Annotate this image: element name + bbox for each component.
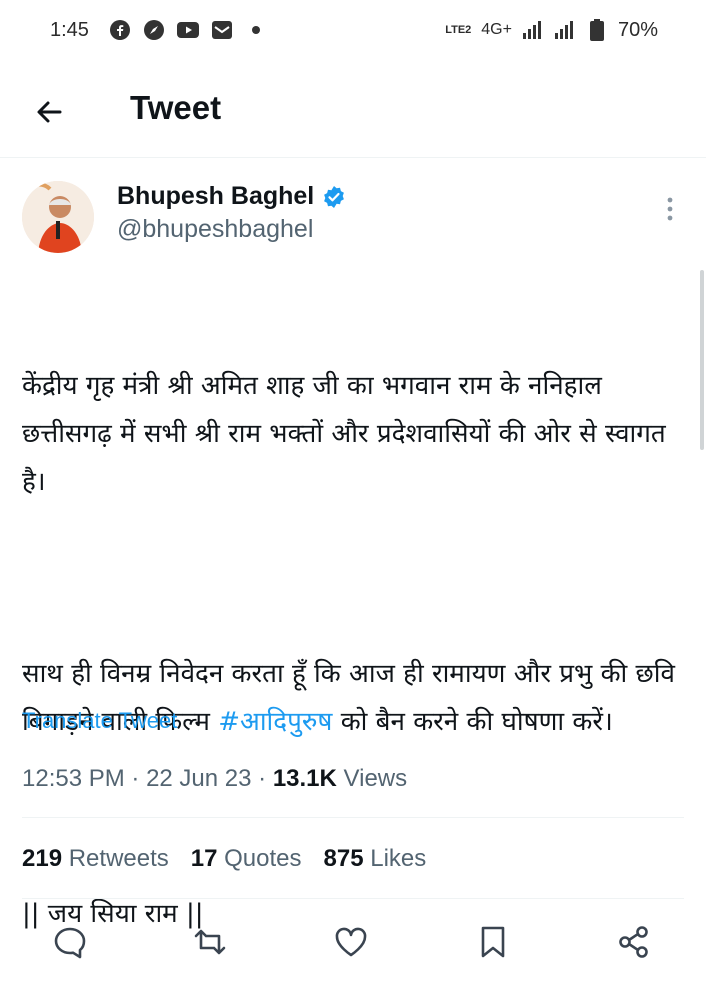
scrollbar[interactable] — [700, 270, 704, 450]
battery-percent: 70% — [617, 18, 658, 41]
tweet-stats: 219 Retweets 17 Quotes 875 Likes — [22, 845, 426, 873]
translate-tweet-link[interactable]: Translate Tweet — [22, 708, 177, 734]
top-bar: Tweet — [0, 62, 706, 158]
views-label: Views — [343, 765, 408, 792]
signal-icon — [522, 19, 544, 41]
tweet-text: केंद्रीय गृह मंत्री श्री अमित शाह जी का … — [22, 266, 682, 986]
retweets-count: 219 — [22, 845, 63, 872]
verified-badge-icon — [324, 185, 345, 208]
likes-label: Likes — [370, 845, 427, 872]
quotes-label: Quotes — [224, 845, 302, 872]
heart-icon — [335, 927, 367, 957]
likes-stat[interactable]: 875 Likes — [324, 845, 427, 873]
more-options-button[interactable] — [658, 195, 682, 223]
quotes-stat[interactable]: 17 Quotes — [191, 845, 302, 873]
tweet-date: 22 Jun 23 — [146, 765, 252, 792]
author-name[interactable]: Bhupesh Baghel — [117, 182, 346, 211]
avatar[interactable] — [22, 181, 94, 253]
mail-icon — [211, 19, 233, 41]
retweets-stat[interactable]: 219 Retweets — [22, 845, 169, 873]
arrow-left-icon — [37, 101, 62, 123]
author-handle: @bhupeshbaghel — [117, 215, 314, 243]
status-bar: 1:45 LTE2 4G+ 70% — [0, 0, 706, 60]
divider — [22, 898, 684, 899]
network-type: 4G+ — [481, 21, 512, 38]
likes-count: 875 — [323, 845, 364, 872]
back-button[interactable] — [30, 92, 70, 132]
bookmark-icon — [481, 926, 505, 958]
author-name-text: Bhupesh Baghel — [117, 182, 315, 210]
views-count: 13.1K — [272, 765, 337, 792]
retweet-button[interactable] — [192, 924, 228, 960]
youtube-icon — [176, 19, 199, 41]
tweet-paragraph-1: केंद्रीय गृह मंत्री श्री अमित शाह जी का … — [22, 371, 675, 497]
facebook-icon — [109, 19, 131, 41]
status-bar-left: 1:45 — [50, 19, 267, 42]
status-bar-right: LTE2 4G+ 70% — [445, 19, 658, 42]
action-bar — [0, 918, 706, 961]
like-button[interactable] — [333, 924, 369, 960]
quotes-count: 17 — [190, 845, 218, 872]
lte-label: LTE2 — [445, 24, 472, 36]
more-vertical-icon — [667, 197, 673, 221]
status-time: 1:45 — [50, 18, 89, 41]
tweet-time: 12:53 PM — [22, 765, 125, 792]
signal-icon-2 — [554, 19, 576, 41]
hashtag-link[interactable]: #आदिपुरुष — [218, 707, 332, 737]
divider — [22, 817, 684, 818]
reply-icon — [54, 927, 86, 959]
dot-icon — [245, 19, 267, 41]
share-icon — [619, 926, 648, 958]
page-title: Tweet — [130, 89, 222, 126]
share-button[interactable] — [616, 924, 652, 960]
battery-icon — [586, 19, 608, 41]
bookmark-button[interactable] — [475, 924, 511, 960]
retweet-icon — [194, 929, 226, 955]
compass-icon — [143, 19, 165, 41]
retweets-label: Retweets — [68, 845, 169, 872]
tweet-meta: 12:53 PM · 22 Jun 23 · 13.1K Views — [22, 765, 408, 792]
reply-button[interactable] — [52, 924, 88, 960]
tweet-paragraph-2-end: को बैन करने की घोषणा करें। — [332, 707, 613, 737]
